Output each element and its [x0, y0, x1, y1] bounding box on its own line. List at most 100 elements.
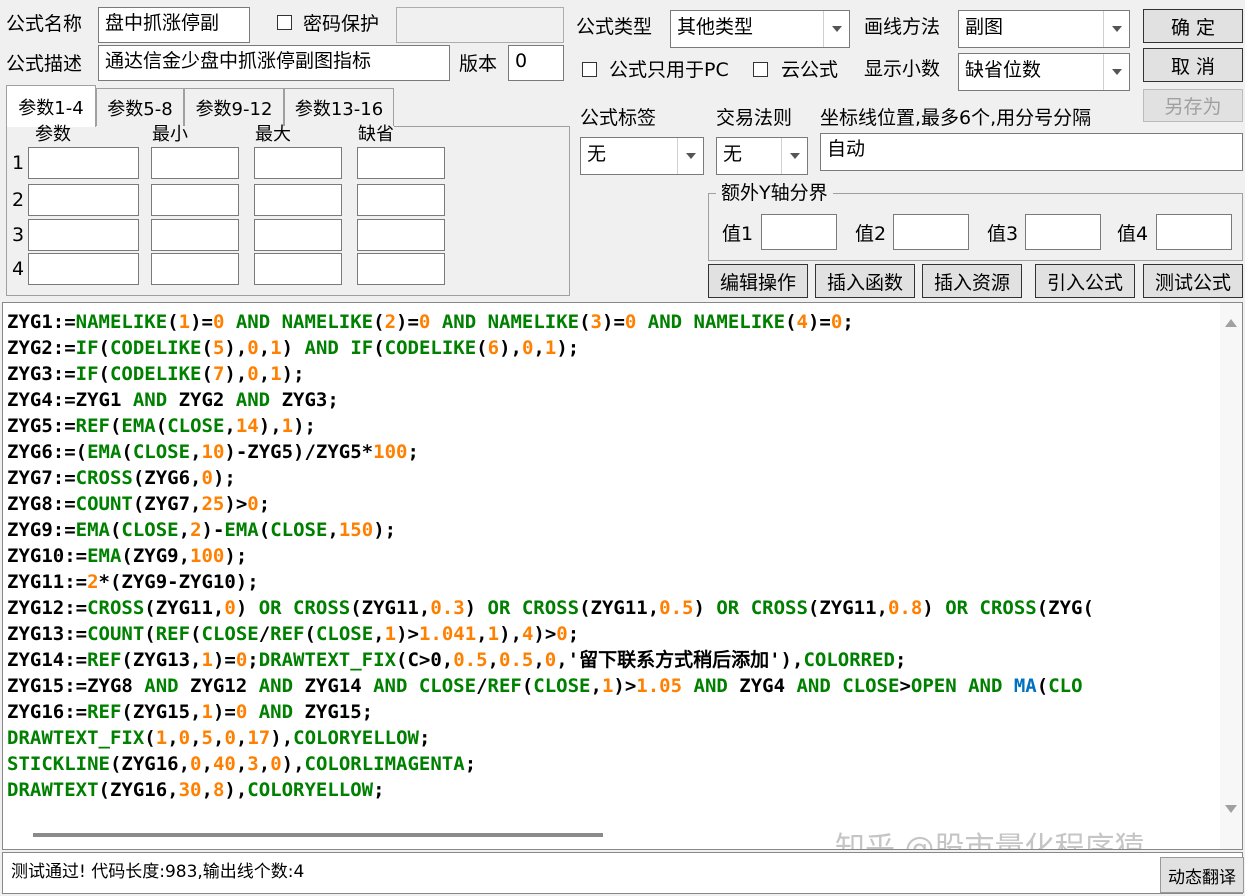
param-min-input[interactable]: [151, 184, 239, 216]
horizontal-scrollbar-thumb[interactable]: [33, 833, 603, 837]
scroll-down-icon[interactable]: [1220, 795, 1242, 825]
param-row-number: 4: [12, 258, 25, 280]
param-default-input[interactable]: [357, 184, 445, 216]
param-max-input[interactable]: [254, 147, 342, 179]
code-token: ,: [235, 753, 248, 775]
code-token: 1: [155, 727, 168, 749]
param-name-input[interactable]: [28, 253, 139, 285]
chevron-down-icon[interactable]: [823, 11, 849, 47]
dynamic-translate-button[interactable]: 动态翻译: [1160, 857, 1244, 893]
code-token: (: [373, 337, 385, 359]
value4-input[interactable]: [1156, 214, 1232, 250]
value4-label: 值4: [1117, 223, 1149, 245]
code-token: 0: [201, 467, 213, 489]
decimal-label: 显示小数: [864, 58, 941, 80]
password-input: [396, 7, 564, 43]
code-line: ZYG10:=EMA(ZYG9,100);: [7, 543, 1216, 569]
scroll-up-icon[interactable]: [1220, 307, 1242, 337]
code-token: (ZYG6,: [132, 467, 202, 489]
version-input[interactable]: 0: [508, 45, 564, 81]
code-line: DRAWTEXT(ZYG16,30,8),COLORYELLOW;: [7, 777, 1216, 803]
formula-desc-input[interactable]: 通达信金少盘中抓涨停副图指标: [98, 45, 450, 81]
insert-function-button[interactable]: 插入函数: [815, 264, 915, 298]
pc-only-label: 公式只用于PC: [609, 59, 729, 81]
param-name-input[interactable]: [28, 184, 139, 216]
formula-type-select[interactable]: 其他类型: [670, 10, 850, 48]
code-token: (ZYG7,: [132, 493, 202, 515]
param-default-input[interactable]: [357, 219, 445, 251]
chevron-down-icon[interactable]: [1103, 54, 1129, 90]
edit-operations-button[interactable]: 编辑操作: [708, 264, 808, 298]
cloud-formula-checkbox[interactable]: [753, 62, 768, 77]
code-token: (ZYG9,: [121, 545, 191, 567]
code-token: REF: [270, 623, 305, 645]
code-token: )>: [396, 623, 419, 645]
param-max-input[interactable]: [254, 253, 342, 285]
chevron-down-icon[interactable]: [677, 138, 703, 174]
code-token: (: [98, 363, 110, 385]
tab-params-5-8[interactable]: 参数5-8: [96, 88, 184, 126]
code-token: CLOSE: [270, 519, 328, 541]
param-default-input[interactable]: [357, 147, 445, 179]
param-max-input[interactable]: [254, 184, 342, 216]
param-min-input[interactable]: [151, 147, 239, 179]
code-token: CROSS: [87, 597, 145, 619]
code-token: ZYG16:=: [7, 701, 88, 723]
params-panel-border: [394, 126, 570, 127]
code-token: 0.5: [659, 597, 694, 619]
code-token: 1: [281, 415, 294, 437]
vertical-scrollbar[interactable]: [1220, 303, 1242, 849]
code-editor[interactable]: ZYG1:=NAMELIKE(1)=0 AND NAMELIKE(2)=0 AN…: [2, 302, 1243, 850]
tab-params-13-16[interactable]: 参数13-16: [284, 88, 394, 126]
code-token: );: [281, 363, 305, 385]
code-token: ZYG9:=: [7, 519, 76, 541]
code-token: (: [144, 727, 156, 749]
import-formula-button[interactable]: 引入公式: [1035, 264, 1135, 298]
ok-button[interactable]: 确 定: [1143, 9, 1243, 43]
chevron-down-icon[interactable]: [781, 138, 807, 174]
code-token: 1: [270, 363, 282, 385]
param-default-input[interactable]: [357, 253, 445, 285]
param-min-input[interactable]: [151, 219, 239, 251]
formula-name-input[interactable]: 盘中抓涨停副: [98, 7, 250, 43]
code-token: NAMELIKE: [281, 311, 374, 333]
code-token: 2: [87, 571, 99, 593]
formula-desc-label: 公式描述: [6, 53, 83, 75]
password-checkbox[interactable]: [277, 15, 292, 30]
value1-input[interactable]: [761, 214, 837, 250]
draw-method-select[interactable]: 副图: [958, 10, 1130, 48]
formula-tag-value: 无: [587, 143, 607, 165]
status-bar: 测试通过! 代码长度:983,输出线个数:4 动态翻译: [2, 852, 1244, 894]
trade-rule-value: 无: [723, 143, 743, 165]
value3-input[interactable]: [1025, 214, 1101, 250]
code-content[interactable]: ZYG1:=NAMELIKE(1)=0 AND NAMELIKE(2)=0 AN…: [7, 309, 1216, 819]
code-line: ZYG2:=IF(CODELIKE(5),0,1) AND IF(CODELIK…: [7, 335, 1216, 361]
code-token: EMA: [121, 415, 156, 437]
chevron-down-icon[interactable]: [1103, 11, 1129, 47]
code-token: ZYG10:=: [7, 545, 88, 567]
code-token: COLORYELLOW: [293, 727, 419, 749]
value2-label: 值2: [855, 223, 887, 245]
param-name-input[interactable]: [28, 147, 139, 179]
decimal-select[interactable]: 缺省位数: [958, 53, 1130, 91]
param-max-input[interactable]: [254, 219, 342, 251]
cancel-button[interactable]: 取 消: [1143, 48, 1243, 82]
param-min-input[interactable]: [151, 253, 239, 285]
insert-resource-button[interactable]: 插入资源: [922, 264, 1022, 298]
tab-params-9-12[interactable]: 参数9-12: [184, 88, 284, 126]
code-token: 0.5: [453, 649, 488, 671]
code-token: ,: [533, 649, 545, 671]
code-token: 0: [521, 337, 534, 359]
trade-rule-select[interactable]: 无: [716, 137, 808, 175]
axis-position-input[interactable]: 自动: [820, 133, 1243, 171]
value2-input[interactable]: [893, 214, 969, 250]
param-name-input[interactable]: [28, 219, 139, 251]
code-token: 4: [796, 311, 808, 333]
pc-only-checkbox[interactable]: [582, 62, 597, 77]
test-formula-button[interactable]: 测试公式: [1143, 264, 1243, 298]
axis-position-label: 坐标线位置,最多6个,用分号分隔: [820, 107, 1092, 129]
code-token: 0: [224, 597, 236, 619]
code-token: AND: [956, 675, 1014, 697]
formula-tag-select[interactable]: 无: [580, 137, 704, 175]
tab-params-1-4[interactable]: 参数1-4: [6, 85, 96, 127]
